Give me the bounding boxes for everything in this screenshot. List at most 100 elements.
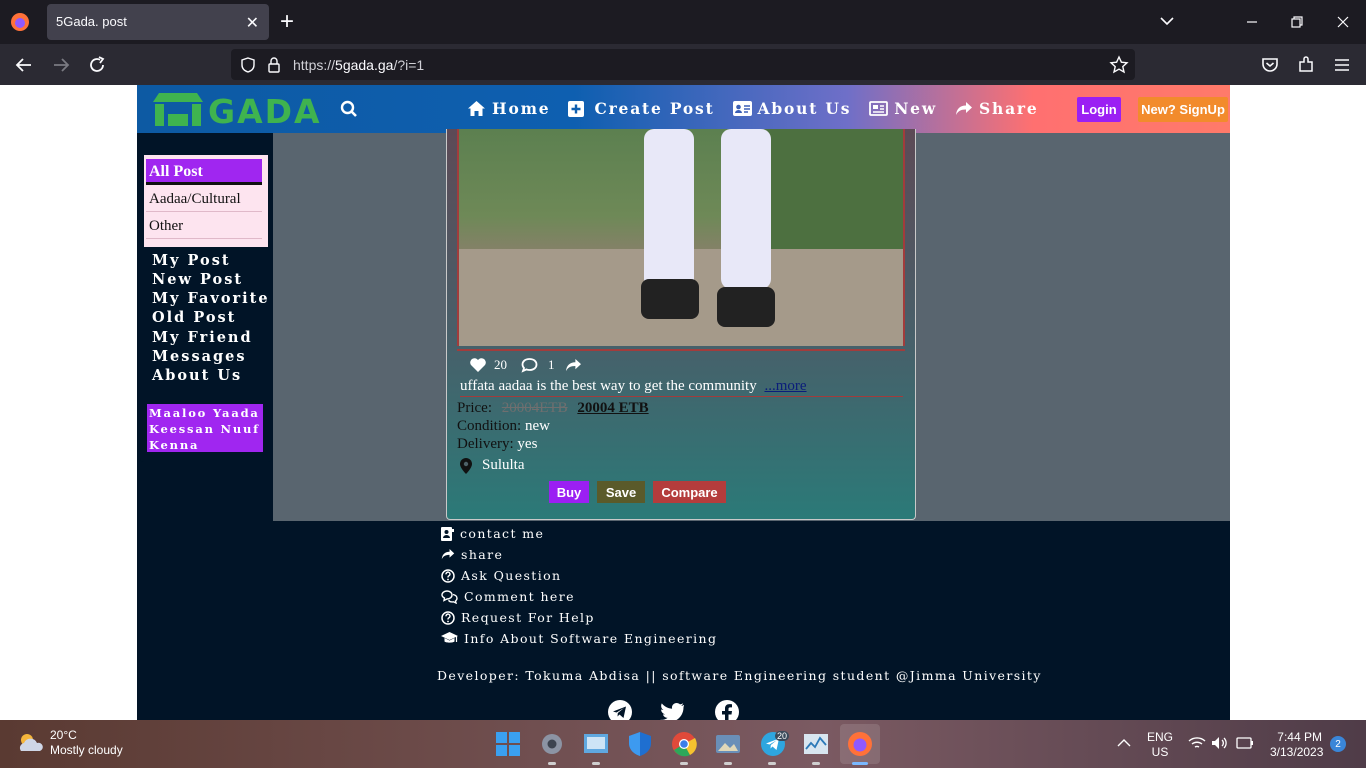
sidebar-new-post[interactable]: New Post — [152, 271, 243, 288]
signup-button[interactable]: New? SignUp — [1138, 97, 1228, 122]
condition-label: Condition: — [457, 418, 522, 434]
window-close-icon[interactable] — [1333, 12, 1353, 32]
more-link[interactable]: ...more — [764, 378, 806, 394]
footer-ask-question-label: Ask Question — [461, 568, 562, 583]
control-panel-icon[interactable] — [583, 731, 609, 757]
sidebar-my-post[interactable]: My Post — [152, 252, 231, 269]
windows-start-icon[interactable] — [495, 731, 521, 757]
footer-contact-me[interactable]: contact me — [441, 523, 717, 544]
footer-contact-label: contact me — [460, 526, 545, 541]
running-indicator — [680, 762, 688, 765]
buy-button[interactable]: Buy — [549, 481, 589, 503]
description-text: uffata aadaa is the best way to get the … — [460, 378, 757, 394]
reload-icon[interactable] — [86, 54, 108, 76]
footer-software-engineering-info[interactable]: Info About Software Engineering — [441, 628, 717, 649]
url-text[interactable]: https://5gada.ga/?i=1 — [293, 57, 424, 73]
nav-about-us[interactable]: About Us — [732, 99, 852, 118]
footer-share[interactable]: share — [441, 544, 717, 565]
chrome-icon[interactable] — [671, 731, 697, 757]
share-icon — [441, 549, 455, 560]
category-aadaa-cultural[interactable]: Aadaa/Cultural — [146, 186, 262, 212]
site-logo[interactable]: GADA — [151, 90, 320, 131]
minimize-icon[interactable] — [1242, 12, 1262, 32]
settings-gear-icon[interactable] — [539, 731, 565, 757]
old-price: 20004ETB — [501, 400, 568, 416]
lock-icon[interactable] — [266, 56, 282, 74]
notification-badge[interactable]: 2 — [1330, 736, 1346, 752]
footer-request-help[interactable]: Request For Help — [441, 607, 717, 628]
chevron-down-icon[interactable] — [1158, 12, 1176, 30]
twitter-icon[interactable] — [660, 699, 686, 720]
photo-left-shoe — [641, 279, 699, 319]
facebook-icon[interactable] — [714, 699, 740, 720]
shield-icon[interactable] — [239, 56, 257, 74]
search-icon[interactable] — [340, 100, 358, 118]
browser-tabbar: 5Gada. post ✕ + — [0, 0, 1366, 44]
feedback-promo[interactable]: Maaloo Yaada Keessan Nuuf Kenna — [147, 404, 263, 452]
tab-title: 5Gada. post — [56, 14, 127, 29]
bookmark-star-icon[interactable] — [1109, 55, 1129, 75]
firefox-taskbar-icon[interactable] — [847, 731, 873, 757]
share-icon[interactable] — [565, 358, 582, 373]
clock-time: 7:44 PM — [1277, 730, 1322, 744]
pocket-icon[interactable] — [1259, 54, 1281, 76]
page-viewport: GADA Home Create Post About Us New Share… — [0, 85, 1366, 720]
condition-value: new — [524, 418, 550, 434]
language-indicator[interactable]: ENG US — [1147, 730, 1173, 760]
clock[interactable]: 7:44 PM 3/13/2023 — [1270, 730, 1323, 760]
contact-icon — [441, 526, 454, 541]
share-icon — [956, 101, 972, 115]
task-manager-icon[interactable] — [803, 731, 829, 757]
weather-widget[interactable]: 20°C Mostly cloudy — [16, 728, 123, 758]
chevron-up-icon[interactable] — [1117, 738, 1131, 748]
category-other[interactable]: Other — [146, 213, 262, 239]
new-price: 20004 ETB — [577, 400, 649, 416]
graduation-cap-icon — [441, 632, 458, 643]
price-row: Price: 20004ETB 20004 ETB — [457, 400, 649, 417]
lang-secondary: US — [1151, 745, 1169, 759]
cloudy-weather-icon — [19, 734, 43, 751]
nav-create-post[interactable]: Create Post — [568, 99, 714, 118]
footer-share-label: share — [461, 547, 504, 562]
forward-arrow-icon[interactable] — [50, 54, 72, 76]
map-pin-icon — [460, 457, 472, 474]
compare-button[interactable]: Compare — [653, 481, 726, 503]
tab-close-icon[interactable]: ✕ — [246, 13, 259, 33]
sidebar-my-favorite[interactable]: My Favorite — [152, 290, 270, 307]
nav-new[interactable]: New — [869, 99, 937, 118]
battery-icon[interactable] — [1236, 737, 1254, 749]
firefox-icon[interactable] — [10, 12, 30, 32]
category-all-post[interactable]: All Post — [146, 159, 262, 185]
delivery-label: Delivery: — [457, 436, 514, 452]
security-shield-icon[interactable] — [627, 731, 653, 757]
running-indicator — [548, 762, 556, 765]
sidebar-about-us[interactable]: About Us — [152, 367, 242, 384]
url-bar[interactable]: https://5gada.ga/?i=1 — [231, 49, 1135, 80]
photos-icon[interactable] — [715, 731, 741, 757]
volume-icon[interactable] — [1211, 736, 1229, 750]
save-button[interactable]: Save — [597, 481, 645, 503]
restore-icon[interactable] — [1287, 12, 1307, 32]
post-image[interactable] — [457, 129, 905, 346]
login-button[interactable]: Login — [1077, 97, 1121, 122]
sidebar-my-friend[interactable]: My Friend — [152, 329, 253, 346]
id-card-icon — [732, 101, 752, 116]
extensions-icon[interactable] — [1295, 54, 1317, 76]
footer-ask-question[interactable]: Ask Question — [441, 565, 717, 586]
new-tab-icon[interactable]: + — [280, 8, 294, 36]
hamburger-menu-icon[interactable] — [1331, 54, 1353, 76]
sidebar-messages[interactable]: Messages — [152, 348, 247, 365]
telegram-icon[interactable] — [607, 699, 633, 720]
post-description: uffata aadaa is the best way to get the … — [460, 378, 807, 395]
likes-count: 20 — [494, 357, 507, 372]
sidebar-old-post[interactable]: Old Post — [152, 309, 236, 326]
footer-comment-here[interactable]: Comment here — [441, 586, 717, 607]
nav-share[interactable]: Share — [955, 99, 1039, 118]
browser-tab[interactable]: 5Gada. post ✕ — [47, 4, 269, 40]
back-arrow-icon[interactable] — [13, 54, 35, 76]
nav-home[interactable]: Home — [467, 99, 550, 118]
heart-icon[interactable] — [469, 357, 487, 373]
footer-se-info-label: Info About Software Engineering — [464, 631, 718, 646]
comment-icon[interactable] — [521, 357, 538, 373]
wifi-icon[interactable] — [1188, 736, 1206, 750]
